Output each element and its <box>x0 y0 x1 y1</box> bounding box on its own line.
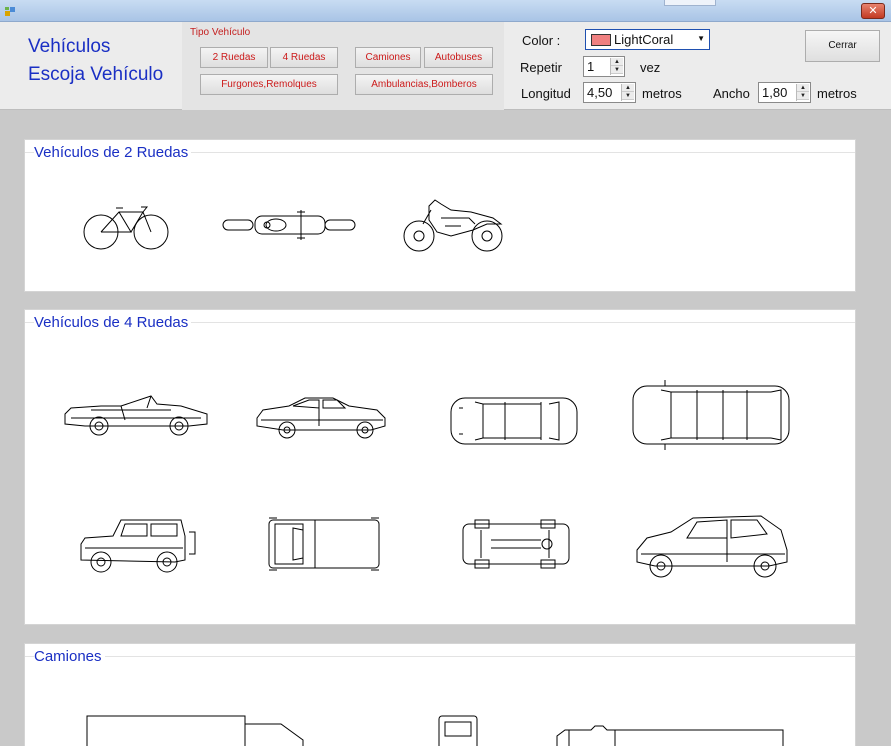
truck-front-icon[interactable] <box>435 714 481 746</box>
repetir-label: Repetir <box>520 60 562 75</box>
titlebar-overlay-strip <box>664 0 716 6</box>
ancho-label: Ancho <box>713 86 750 101</box>
color-dropdown-value: LightCoral <box>614 32 674 47</box>
app-icon <box>4 5 16 17</box>
longitud-spin-buttons[interactable]: ▲ ▼ <box>621 84 634 101</box>
spin-up-icon[interactable]: ▲ <box>797 84 809 92</box>
truck-trailer-icon[interactable] <box>555 722 785 746</box>
panel-title-cuatro-ruedas: Vehículos de 4 Ruedas <box>34 314 192 331</box>
tipo-vehiculo-label: Tipo Vehículo <box>190 27 251 38</box>
app-title: Vehículos <box>28 36 111 57</box>
bicycle-side-icon[interactable] <box>81 202 171 252</box>
repetir-value[interactable]: 1 <box>587 59 594 74</box>
panel-cuatro-ruedas: Vehículos de 4 Ruedas <box>24 309 856 625</box>
camiones-button[interactable]: Camiones <box>355 47 421 68</box>
longitud-label: Longitud <box>521 86 571 101</box>
panel-title-camiones: Camiones <box>34 648 105 665</box>
spin-up-icon[interactable]: ▲ <box>622 84 634 92</box>
spin-down-icon[interactable]: ▼ <box>622 92 634 100</box>
convertible-side-icon[interactable] <box>61 390 211 438</box>
repetir-stepper[interactable]: 1 ▲ ▼ <box>583 56 625 77</box>
minivan-top-icon[interactable] <box>631 378 791 450</box>
ancho-value[interactable]: 1,80 <box>762 85 787 100</box>
spin-down-icon[interactable]: ▼ <box>611 66 623 74</box>
panel-dos-ruedas: Vehículos de 2 Ruedas <box>24 139 856 292</box>
chevron-down-icon[interactable]: ▼ <box>697 34 705 43</box>
tipo-vehiculo-group: Tipo Vehículo 2 Ruedas 4 Ruedas Camiones… <box>182 22 504 110</box>
app-subtitle: Escoja Vehículo <box>28 64 164 85</box>
panel-title-dos-ruedas: Vehículos de 2 Ruedas <box>34 144 192 161</box>
repetir-spin-buttons[interactable]: ▲ ▼ <box>610 58 623 75</box>
vez-label: vez <box>640 60 661 75</box>
longitud-unit-label: metros <box>642 86 682 101</box>
color-swatch <box>591 34 611 46</box>
motorcycle-side-icon[interactable] <box>401 196 505 254</box>
autobuses-button[interactable]: Autobuses <box>424 47 493 68</box>
color-label: Color : <box>522 33 561 48</box>
panel-divider <box>25 656 855 657</box>
chassis-top-icon[interactable] <box>461 516 571 572</box>
longitud-value[interactable]: 4,50 <box>587 85 612 100</box>
window-titlebar[interactable]: ✕ <box>0 0 891 22</box>
color-dropdown[interactable]: LightCoral ▼ <box>585 29 710 50</box>
minivan-side-icon[interactable] <box>631 510 791 582</box>
furgones-remolques-button[interactable]: Furgones,Remolques <box>200 74 338 95</box>
cerrar-button[interactable]: Cerrar <box>805 30 880 62</box>
jeep-side-icon[interactable] <box>77 514 201 578</box>
panel-camiones: Camiones <box>24 643 856 746</box>
pickup-top-icon[interactable] <box>267 516 381 572</box>
longitud-stepper[interactable]: 4,50 ▲ ▼ <box>583 82 636 103</box>
header-toolbar: Vehículos Escoja Vehículo Tipo Vehículo … <box>0 22 891 110</box>
car-top-icon[interactable] <box>449 394 579 448</box>
ancho-stepper[interactable]: 1,80 ▲ ▼ <box>758 82 811 103</box>
sedan-side-icon[interactable] <box>253 392 389 440</box>
ruedas-2-button[interactable]: 2 Ruedas <box>200 47 268 68</box>
ancho-unit-label: metros <box>817 86 857 101</box>
spin-up-icon[interactable]: ▲ <box>611 58 623 66</box>
ancho-spin-buttons[interactable]: ▲ ▼ <box>796 84 809 101</box>
spin-down-icon[interactable]: ▼ <box>797 92 809 100</box>
truck-side-icon[interactable] <box>85 714 305 746</box>
ruedas-4-button[interactable]: 4 Ruedas <box>270 47 338 68</box>
motorcycle-top-icon[interactable] <box>221 208 357 242</box>
ambulancias-bomberos-button[interactable]: Ambulancias,Bomberos <box>355 74 493 95</box>
close-window-button[interactable]: ✕ <box>861 3 885 19</box>
